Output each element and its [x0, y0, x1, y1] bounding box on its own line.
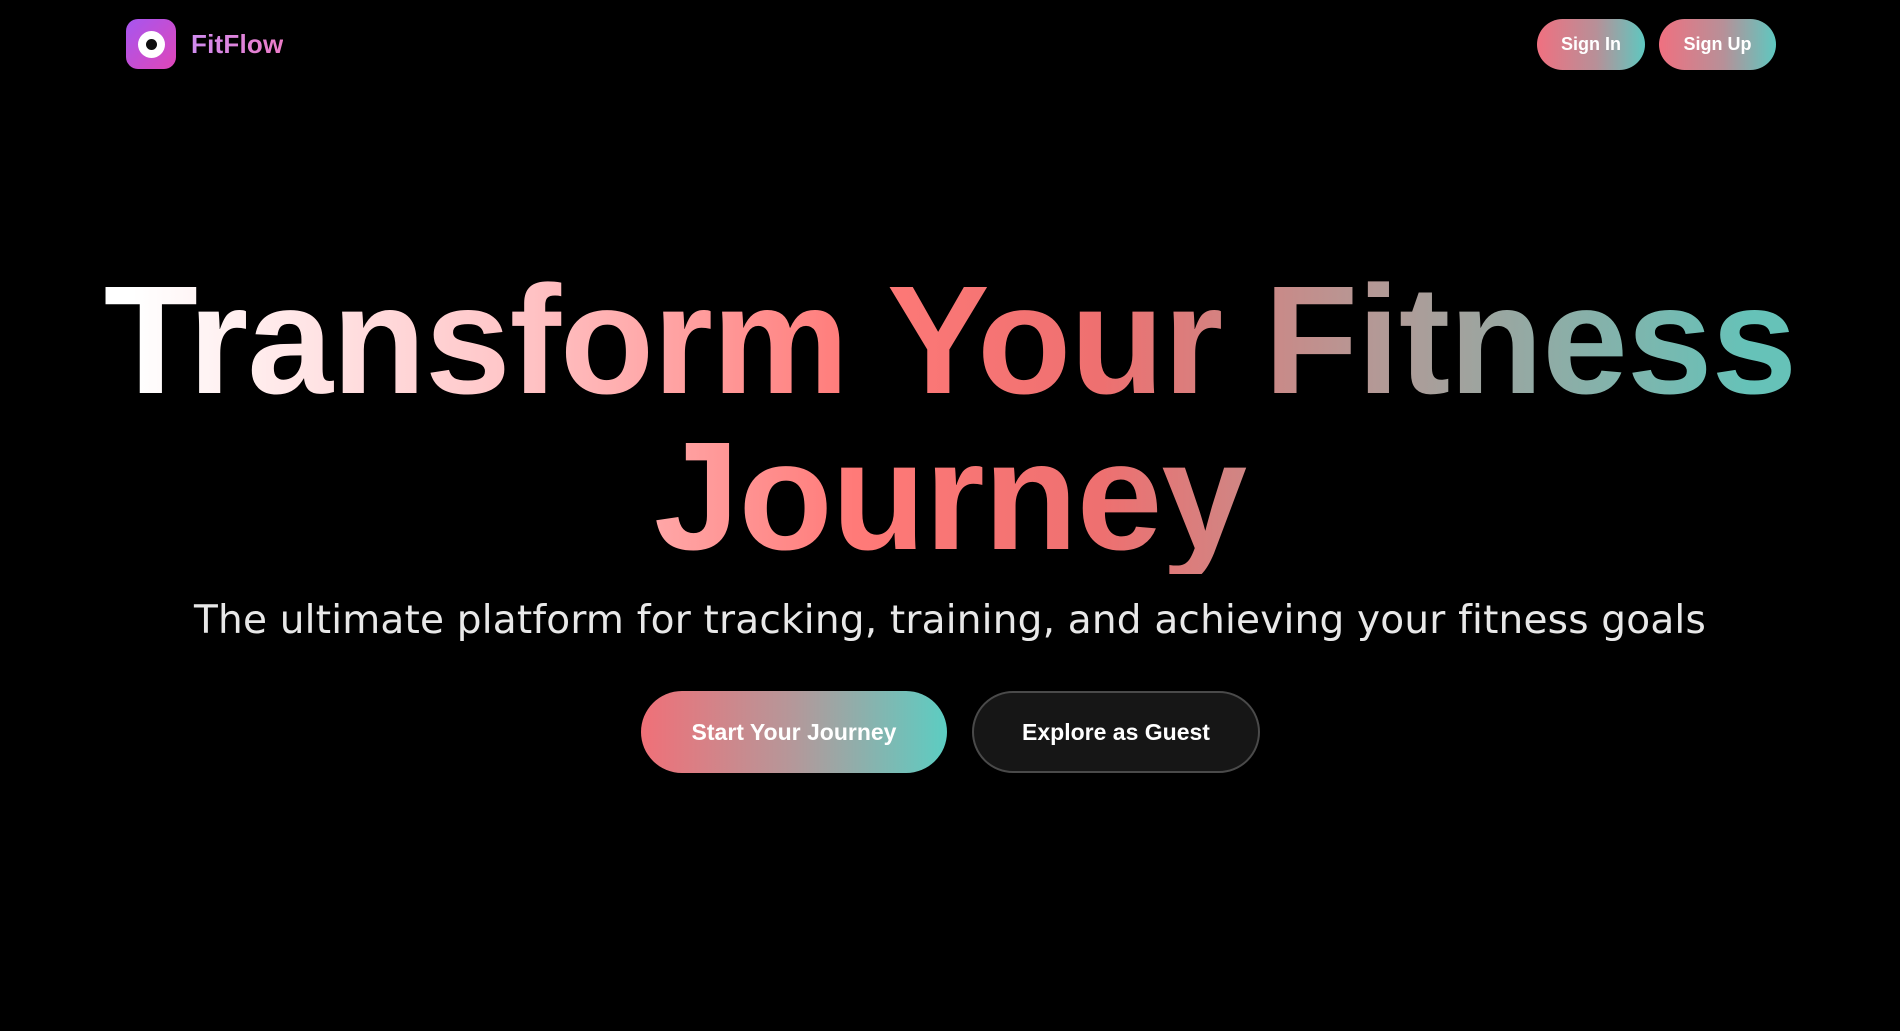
logo-ring: [137, 30, 165, 58]
hero-title-line-2: Journey: [653, 410, 1247, 582]
explore-guest-button[interactable]: Explore as Guest: [972, 691, 1260, 773]
start-journey-button[interactable]: Start Your Journey: [641, 691, 947, 773]
hero-subtitle: The ultimate platform for tracking, trai…: [194, 598, 1706, 643]
top-nav: FitFlow Sign In Sign Up: [0, 0, 1900, 90]
sign-in-button[interactable]: Sign In: [1537, 19, 1645, 70]
hero-title-line-1: Transform Your Fitness: [103, 254, 1797, 426]
target-icon: [126, 19, 176, 69]
brand-name: FitFlow: [191, 28, 284, 59]
hero-title: Transform Your Fitness Journey: [0, 262, 1900, 574]
landing-page: FitFlow Sign In Sign Up Transform Your F…: [0, 0, 1900, 1031]
brand-logo-link[interactable]: FitFlow: [126, 19, 283, 69]
sign-up-button[interactable]: Sign Up: [1659, 19, 1776, 70]
logo-dot: [145, 38, 157, 50]
